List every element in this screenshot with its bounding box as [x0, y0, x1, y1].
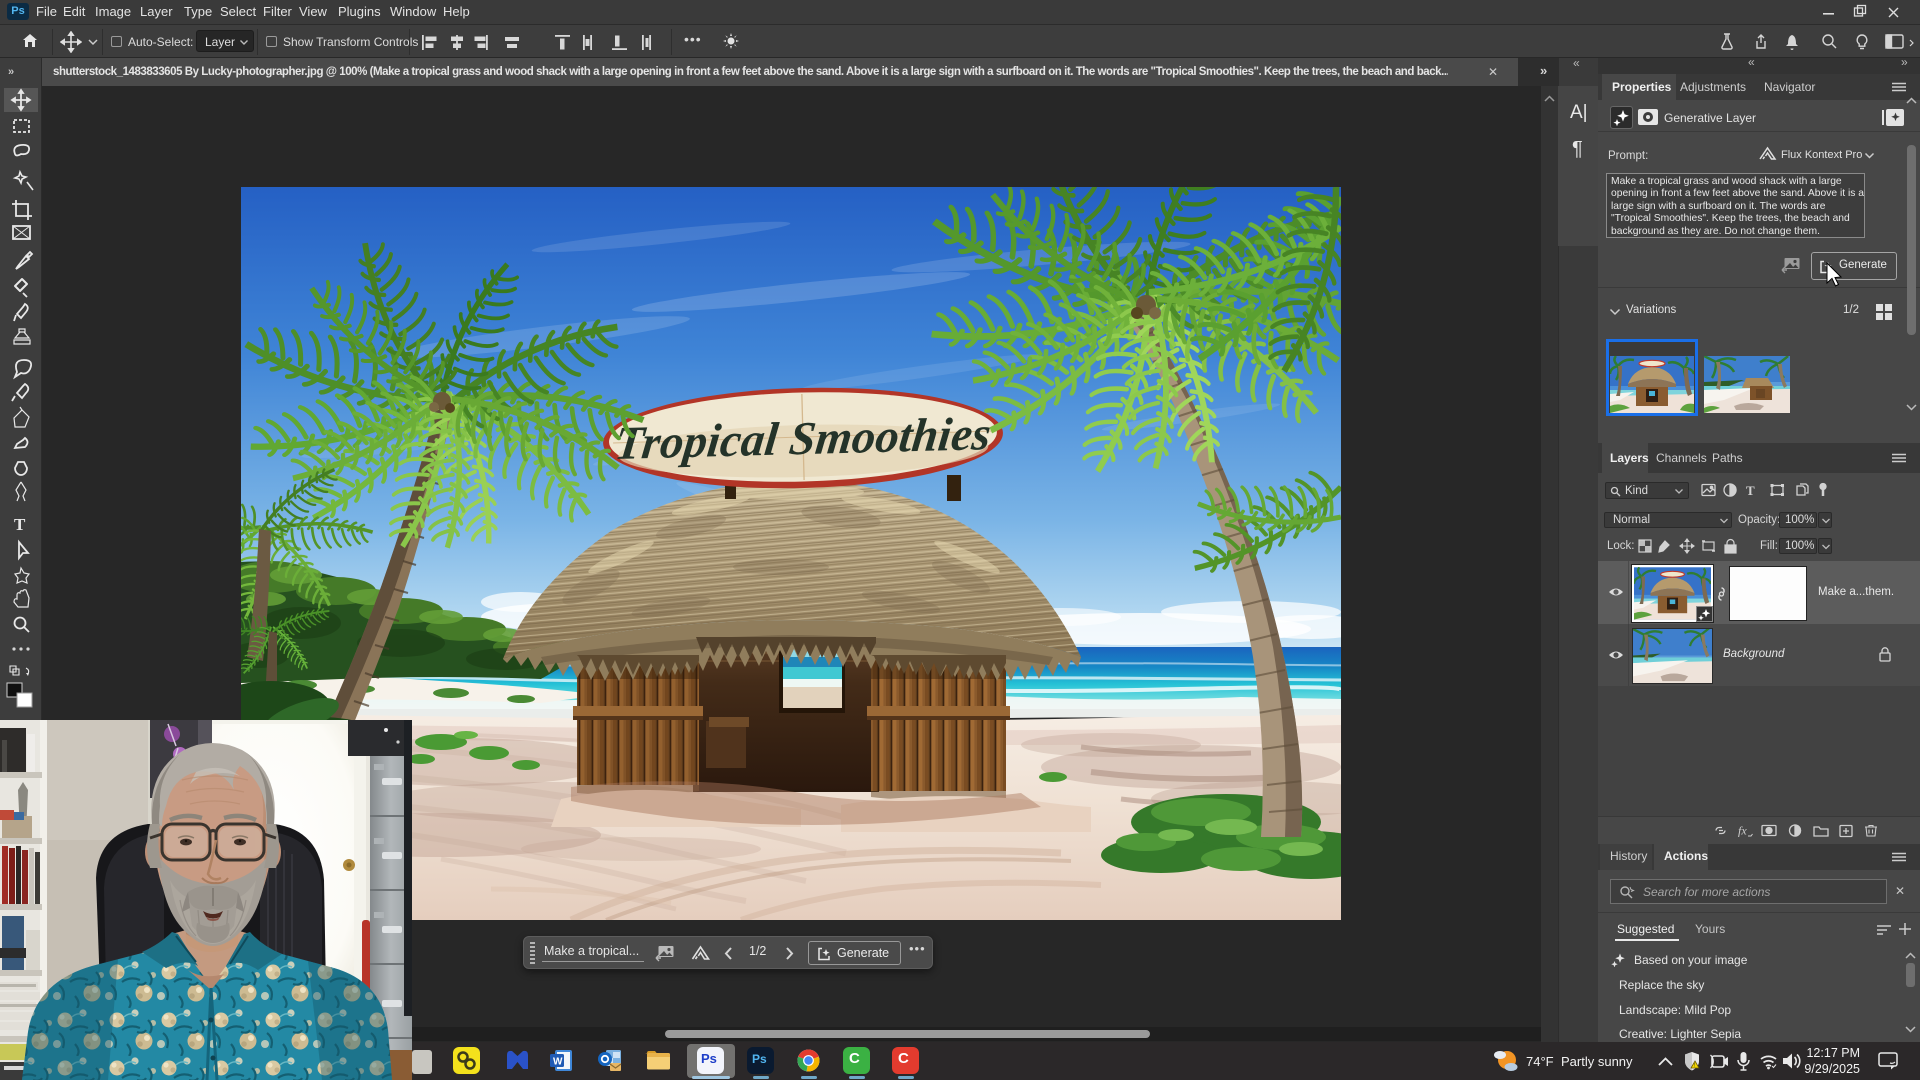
svg-text:T: T — [14, 515, 26, 534]
svg-text:fx: fx — [1738, 824, 1747, 838]
svg-text:W: W — [553, 1057, 563, 1068]
svg-text:T: T — [1746, 483, 1755, 498]
svg-text:Tropical Smoothies: Tropical Smoothies — [612, 408, 993, 470]
